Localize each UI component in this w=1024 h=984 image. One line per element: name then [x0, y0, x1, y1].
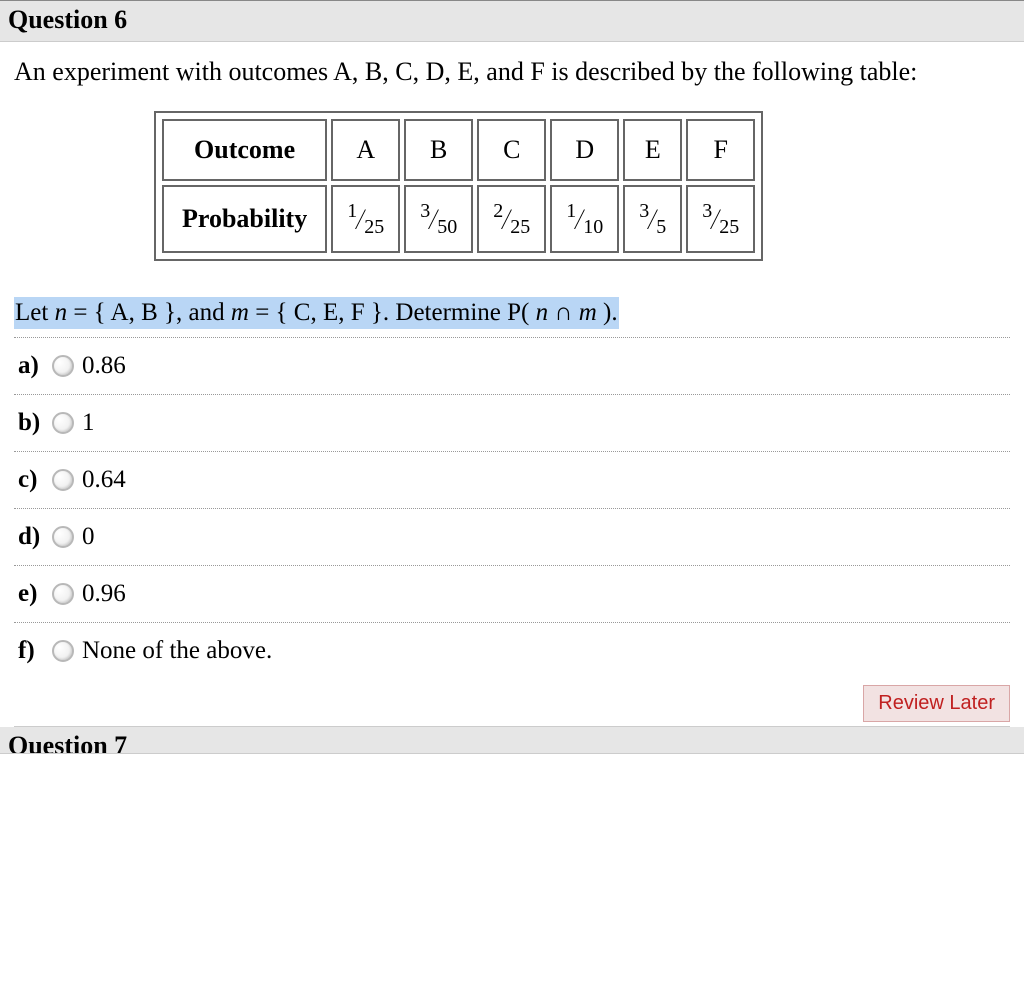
option-text: 0.86 — [82, 352, 126, 380]
option-letter: b) — [18, 409, 50, 437]
option-radio-c[interactable] — [52, 469, 74, 491]
next-question-title: Question 7 — [8, 731, 127, 754]
outcome-cell: E — [623, 119, 682, 181]
option-radio-f[interactable] — [52, 640, 74, 662]
table-row: Probability 1⁄25 3⁄50 2⁄25 1⁄10 3⁄5 3⁄25 — [162, 185, 755, 253]
outcome-row-label: Outcome — [162, 119, 327, 181]
outcome-cell: D — [550, 119, 619, 181]
option-letter: e) — [18, 580, 50, 608]
next-question-header: Question 7 — [0, 727, 1024, 754]
outcome-cell: A — [331, 119, 400, 181]
outcome-cell: C — [477, 119, 546, 181]
probability-table: Outcome A B C D E F Probability 1⁄25 3⁄5… — [154, 111, 763, 261]
question-title: Question 6 — [8, 5, 127, 34]
probability-cell: 1⁄25 — [331, 185, 400, 253]
option-text: 0.64 — [82, 466, 126, 494]
outcome-cell: F — [686, 119, 755, 181]
option-row: e) 0.96 — [14, 566, 1010, 623]
outcome-cell: B — [404, 119, 473, 181]
question-body: An experiment with outcomes A, B, C, D, … — [0, 42, 1024, 727]
question-prompt: Let n = { A, B }, and m = { C, E, F }. D… — [14, 297, 619, 329]
option-letter: d) — [18, 523, 50, 551]
probability-cell: 2⁄25 — [477, 185, 546, 253]
option-letter: a) — [18, 352, 50, 380]
option-radio-b[interactable] — [52, 412, 74, 434]
question-prompt-row: Let n = { A, B }, and m = { C, E, F }. D… — [14, 289, 1010, 338]
probability-cell: 3⁄50 — [404, 185, 473, 253]
option-letter: c) — [18, 466, 50, 494]
review-row: Review Later — [14, 679, 1010, 727]
table-row: Outcome A B C D E F — [162, 119, 755, 181]
option-row: d) 0 — [14, 509, 1010, 566]
option-row: f) None of the above. — [14, 623, 1010, 679]
option-text: None of the above. — [82, 637, 272, 665]
option-row: c) 0.64 — [14, 452, 1010, 509]
option-radio-e[interactable] — [52, 583, 74, 605]
option-letter: f) — [18, 637, 50, 665]
option-radio-a[interactable] — [52, 355, 74, 377]
question-stem: An experiment with outcomes A, B, C, D, … — [14, 54, 1010, 89]
option-row: b) 1 — [14, 395, 1010, 452]
option-radio-d[interactable] — [52, 526, 74, 548]
probability-table-wrap: Outcome A B C D E F Probability 1⁄25 3⁄5… — [14, 111, 1010, 261]
review-later-button[interactable]: Review Later — [863, 685, 1010, 722]
option-text: 0 — [82, 523, 95, 551]
probability-cell: 3⁄5 — [623, 185, 682, 253]
probability-cell: 3⁄25 — [686, 185, 755, 253]
question-header: Question 6 — [0, 0, 1024, 42]
probability-cell: 1⁄10 — [550, 185, 619, 253]
probability-row-label: Probability — [162, 185, 327, 253]
option-text: 0.96 — [82, 580, 126, 608]
option-text: 1 — [82, 409, 95, 437]
option-row: a) 0.86 — [14, 338, 1010, 395]
